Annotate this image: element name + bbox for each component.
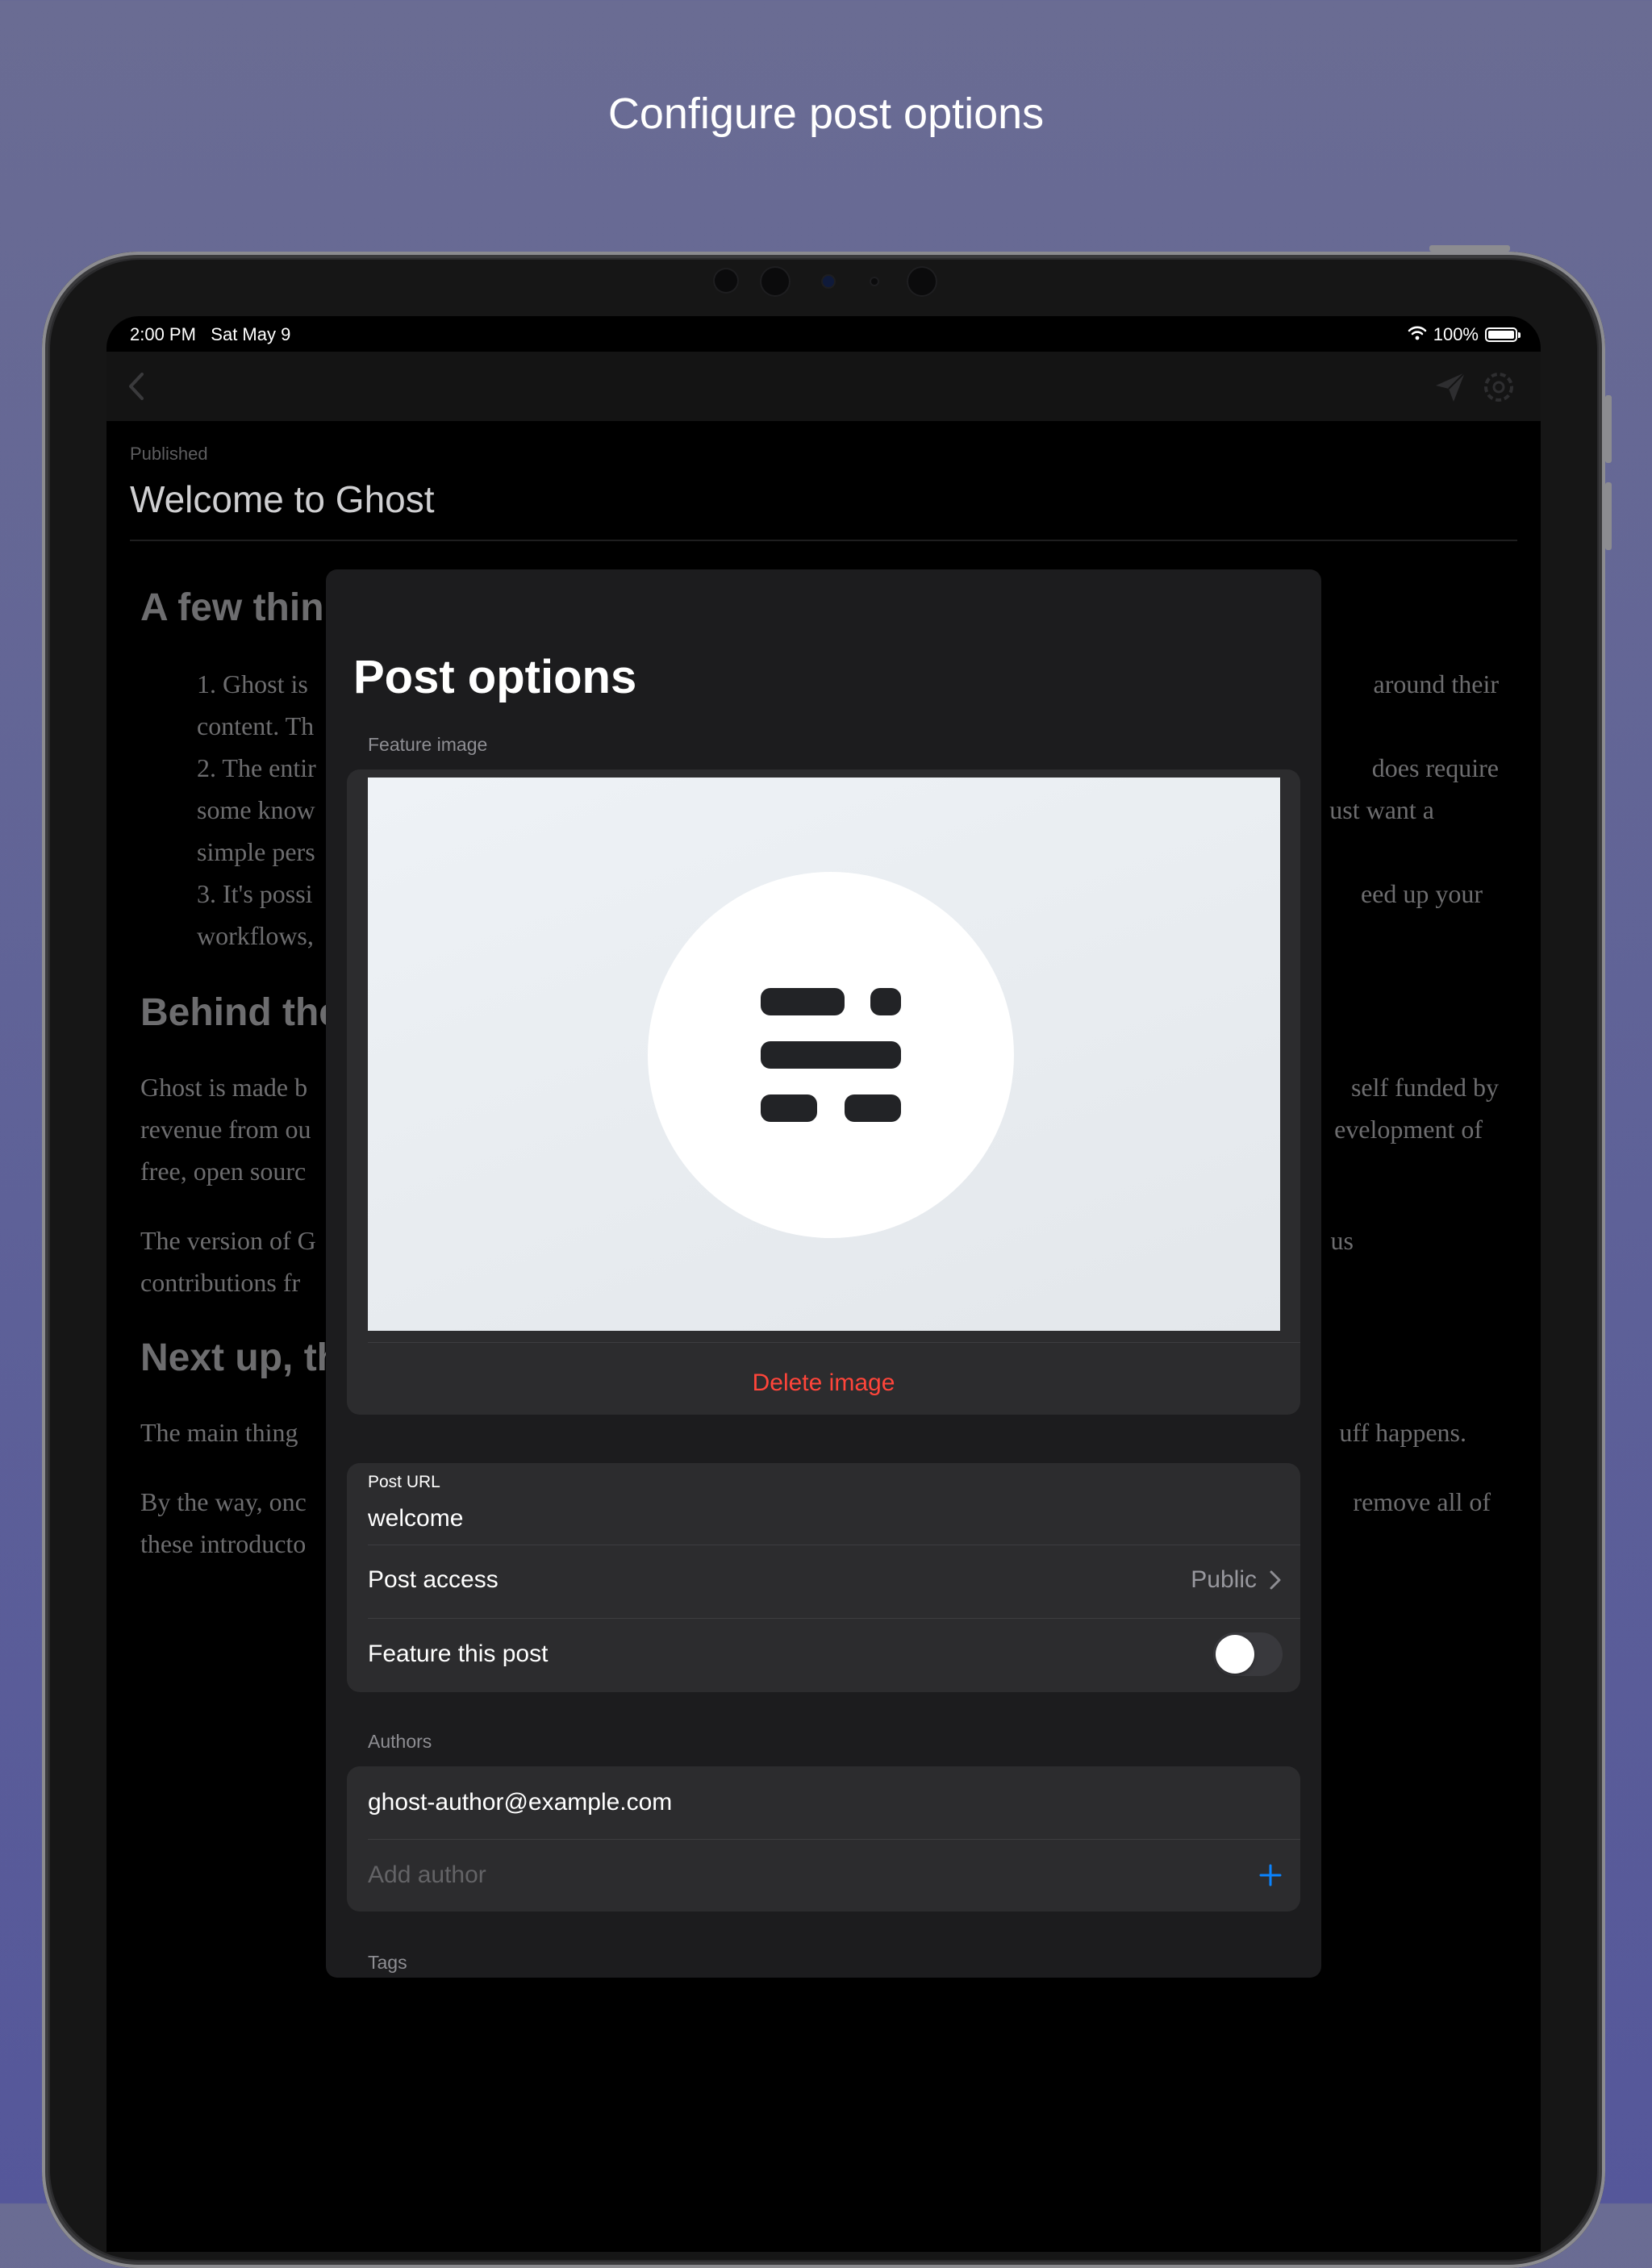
post-access-label: Post access: [368, 1566, 499, 1593]
feature-post-toggle[interactable]: [1213, 1632, 1283, 1676]
body-heading: A few thin: [140, 586, 324, 629]
post-title[interactable]: Welcome to Ghost: [130, 477, 435, 521]
wifi-icon: [1408, 324, 1427, 345]
body-line: does require: [1371, 753, 1499, 782]
sheet-title: Post options: [353, 651, 637, 703]
body-line: us: [1330, 1226, 1354, 1255]
chevron-left-icon[interactable]: [121, 369, 153, 403]
body-line: By the way, onc: [140, 1487, 307, 1516]
body-heading: Behind the: [140, 991, 340, 1034]
ghost-logo-icon: [648, 872, 1014, 1238]
status-time-date: 2:00 PM Sat May 9: [130, 324, 290, 345]
gear-icon[interactable]: [1481, 369, 1516, 405]
title-divider: [130, 540, 1517, 541]
body-line: 1. Ghost is: [197, 669, 308, 698]
logo-bar: [845, 1094, 901, 1122]
sensor-dot: [871, 278, 878, 285]
sensor-dot: [715, 269, 737, 292]
top-button: [1429, 245, 1510, 252]
row-divider: [368, 1839, 1300, 1840]
battery-percent: 100%: [1433, 324, 1479, 344]
authors-label: Authors: [368, 1731, 432, 1752]
body-heading: Next up, th: [140, 1336, 340, 1379]
delete-image-button[interactable]: Delete image: [347, 1370, 1300, 1397]
body-line: 3. It's possi: [197, 879, 313, 908]
body-line: around their: [1373, 669, 1500, 698]
body-line: revenue from ou: [140, 1115, 311, 1144]
status-date: Sat May 9: [211, 324, 291, 344]
app-screen: 2:00 PM Sat May 9 100% Published Welcome…: [106, 316, 1541, 2252]
body-line: contributions fr: [140, 1268, 301, 1297]
body-line: evelopment of: [1334, 1115, 1483, 1144]
logo-bar: [761, 988, 845, 1015]
status-time: 2:00 PM: [130, 324, 196, 344]
body-line: simple pers: [197, 837, 315, 866]
body-line: eed up your: [1360, 879, 1483, 908]
feature-image[interactable]: [368, 778, 1280, 1331]
feature-image-label: Feature image: [368, 734, 488, 755]
body-line: The main thing: [140, 1418, 298, 1447]
add-author-input[interactable]: Add author: [368, 1862, 486, 1889]
battery-icon: [1485, 327, 1521, 342]
post-access-value: Public: [1191, 1566, 1257, 1593]
sensor-dot: [908, 268, 936, 295]
body-line: uff happens.: [1339, 1418, 1466, 1447]
volume-down-button: [1605, 482, 1612, 550]
author-item[interactable]: ghost-author@example.com: [368, 1789, 672, 1816]
logo-bar: [761, 1041, 901, 1069]
front-camera: [823, 276, 834, 287]
row-divider: [368, 1618, 1300, 1619]
nav-bar: [106, 352, 1541, 421]
post-status: Published: [130, 444, 208, 464]
toggle-knob: [1216, 1635, 1254, 1674]
row-divider: [368, 1342, 1300, 1343]
body-line: ust want a: [1329, 795, 1434, 824]
logo-bar: [761, 1094, 817, 1122]
chevron-right-icon: [1268, 1570, 1283, 1591]
send-icon[interactable]: [1433, 369, 1468, 405]
body-line: these introducto: [140, 1529, 307, 1558]
body-line: remove all of: [1353, 1487, 1491, 1516]
body-line: 2. The entir: [197, 753, 316, 782]
post-options-sheet: Post options Feature image Delete image …: [326, 569, 1321, 1978]
plus-icon[interactable]: [1258, 1863, 1283, 1887]
body-line: The version of G: [140, 1226, 316, 1255]
logo-bar: [870, 988, 901, 1015]
post-url-label: Post URL: [368, 1473, 440, 1491]
status-right: 100%: [1408, 324, 1521, 345]
body-line: workflows,: [197, 921, 314, 950]
post-settings-group: Post URL welcome Post access Public Feat…: [347, 1463, 1300, 1692]
sensor-dot: [761, 268, 789, 295]
body-line: free, open sourc: [140, 1157, 307, 1186]
tags-label: Tags: [368, 1952, 407, 1973]
authors-group: ghost-author@example.com Add author: [347, 1766, 1300, 1912]
status-bar: 2:00 PM Sat May 9 100%: [106, 316, 1541, 352]
body-line: Ghost is made b: [140, 1073, 308, 1102]
body-line: self funded by: [1350, 1073, 1499, 1102]
body-line: some know: [197, 795, 315, 824]
feature-post-label: Feature this post: [368, 1641, 549, 1667]
feature-image-group: Delete image: [347, 769, 1300, 1415]
post-url-input[interactable]: welcome: [368, 1505, 463, 1532]
volume-up-button: [1605, 395, 1612, 463]
headline: Configure post options: [607, 90, 1045, 138]
body-line: content. Th: [197, 711, 315, 740]
